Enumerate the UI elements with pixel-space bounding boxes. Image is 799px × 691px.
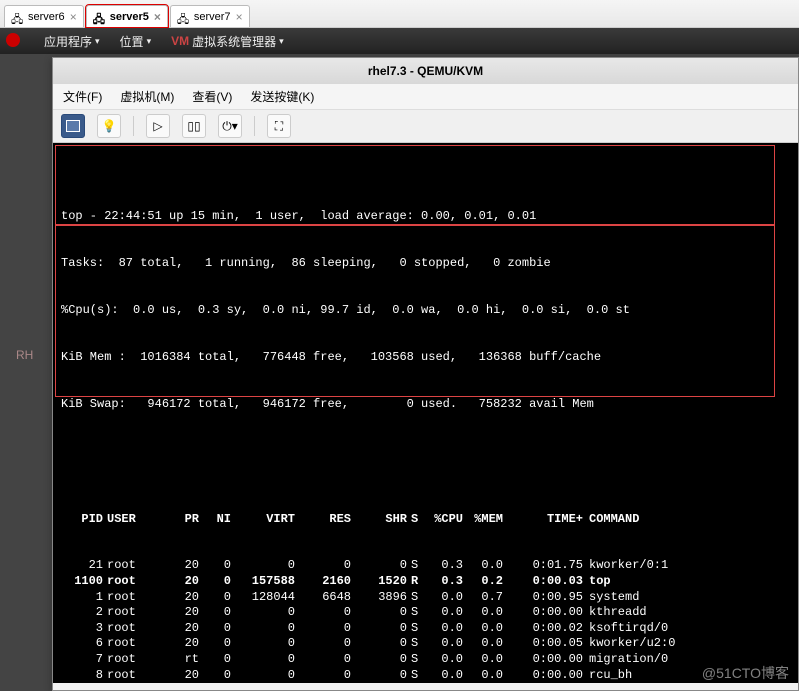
monitor-icon xyxy=(66,120,80,132)
menu-applications[interactable]: 应用程序 xyxy=(44,33,100,50)
tab-server5[interactable]: 🖧 server5 × xyxy=(86,5,168,27)
pause-icon: ▯▯ xyxy=(187,119,200,133)
window-title: rhel7.3 - QEMU/KVM xyxy=(53,58,798,84)
table-row: 1100root20015758821601520R0.30.20:00.03t… xyxy=(61,574,790,590)
menu-places[interactable]: 位置 xyxy=(120,33,152,50)
os-menubar: 应用程序 位置 VM 虚拟系统管理器 xyxy=(0,28,799,54)
menu-vm[interactable]: 虚拟机(M) xyxy=(120,88,174,105)
tab-server6[interactable]: 🖧 server6 × xyxy=(4,5,84,27)
play-button[interactable]: ▷ xyxy=(146,114,170,138)
top-summary-line2: Tasks: 87 total, 1 running, 86 sleeping,… xyxy=(61,256,790,272)
close-icon[interactable]: × xyxy=(236,10,243,24)
tab-server7[interactable]: 🖧 server7 × xyxy=(170,5,250,27)
pause-button[interactable]: ▯▯ xyxy=(182,114,206,138)
fullscreen-icon: ⛶ xyxy=(275,119,283,134)
top-summary-line1: top - 22:44:51 up 15 min, 1 user, load a… xyxy=(61,209,790,225)
server-icon: 🖧 xyxy=(11,11,23,23)
top-summary-line4: KiB Mem : 1016384 total, 776448 free, 10… xyxy=(61,350,790,366)
table-header: PID USER PR NI VIRT RES SHR S %CPU %MEM … xyxy=(61,512,790,528)
top-summary-line5: KiB Swap: 946172 total, 946172 free, 0 u… xyxy=(61,397,790,413)
menu-vmm-label: 虚拟系统管理器 xyxy=(192,33,276,50)
watermark: @51CTO博客 xyxy=(702,663,789,683)
redhat-icon xyxy=(6,33,24,50)
tab-label: server5 xyxy=(110,11,149,23)
virt-manager-icon: VM xyxy=(171,34,189,48)
rh-label: RH xyxy=(16,348,33,362)
vm-window: rhel7.3 - QEMU/KVM 文件(F) 虚拟机(M) 查看(V) 发送… xyxy=(52,57,799,691)
details-button[interactable]: 💡 xyxy=(97,114,121,138)
power-icon: ⏻ xyxy=(222,119,232,134)
lightbulb-icon: 💡 xyxy=(102,119,117,133)
server-icon: 🖧 xyxy=(177,11,189,23)
table-row: 3root200000S0.00.00:00.02ksoftirqd/0 xyxy=(61,621,790,637)
separator xyxy=(254,116,255,136)
table-row: 8root200000S0.00.00:00.00rcu_bh xyxy=(61,668,790,683)
table-row: 21root200000S0.30.00:01.75kworker/0:1 xyxy=(61,558,790,574)
tab-label: server7 xyxy=(194,11,231,23)
play-icon: ▷ xyxy=(153,119,162,133)
shutdown-dropdown[interactable]: ⏻ ▾ xyxy=(218,114,242,138)
top-summary-line3: %Cpu(s): 0.0 us, 0.3 sy, 0.0 ni, 99.7 id… xyxy=(61,303,790,319)
close-icon[interactable]: × xyxy=(154,10,161,24)
guest-terminal[interactable]: top - 22:44:51 up 15 min, 1 user, load a… xyxy=(53,143,798,683)
console-button[interactable] xyxy=(61,114,85,138)
menu-send-key[interactable]: 发送按键(K) xyxy=(250,88,314,105)
menu-view[interactable]: 查看(V) xyxy=(192,88,232,105)
menu-vmm[interactable]: VM 虚拟系统管理器 xyxy=(171,33,284,50)
close-icon[interactable]: × xyxy=(70,10,77,24)
host-tab-bar: 🖧 server6 × 🖧 server5 × 🖧 server7 × xyxy=(0,0,799,28)
server-icon: 🖧 xyxy=(93,11,105,23)
table-row: 7rootrt0000S0.00.00:00.00migration/0 xyxy=(61,652,790,668)
fullscreen-button[interactable]: ⛶ xyxy=(267,114,291,138)
table-row: 2root200000S0.00.00:00.00kthreadd xyxy=(61,605,790,621)
vm-toolbar: 💡 ▷ ▯▯ ⏻ ▾ ⛶ xyxy=(53,110,798,143)
tab-label: server6 xyxy=(28,11,65,23)
separator xyxy=(133,116,134,136)
table-row: 1root20012804466483896S0.00.70:00.95syst… xyxy=(61,590,790,606)
table-row: 6root200000S0.00.00:00.05kworker/u2:0 xyxy=(61,636,790,652)
vm-menubar: 文件(F) 虚拟机(M) 查看(V) 发送按键(K) xyxy=(53,84,798,110)
process-table: PID USER PR NI VIRT RES SHR S %CPU %MEM … xyxy=(61,480,790,683)
menu-file[interactable]: 文件(F) xyxy=(63,88,102,105)
